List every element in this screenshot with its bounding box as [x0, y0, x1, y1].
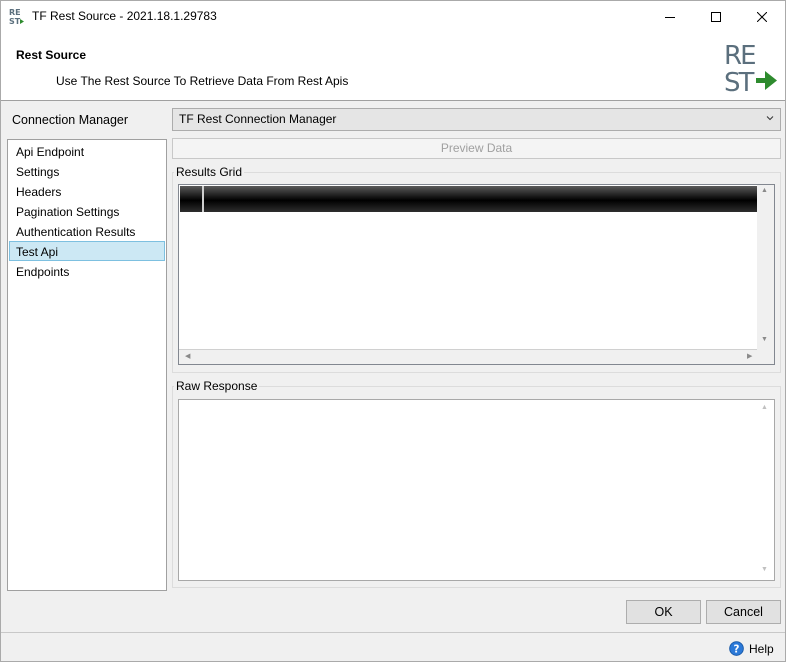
grid-row-header[interactable]	[180, 186, 204, 212]
connection-manager-label: Connection Manager	[12, 113, 129, 127]
close-icon	[757, 11, 767, 22]
connection-manager-value: TF Rest Connection Manager	[179, 112, 337, 126]
svg-text:RE: RE	[9, 8, 21, 17]
minimize-icon	[665, 16, 675, 18]
settings-nav-list: Api Endpoint Settings Headers Pagination…	[7, 139, 167, 591]
window-title: TF Rest Source - 2021.18.1.29783	[32, 9, 217, 23]
nav-item-endpoints[interactable]: Endpoints	[9, 261, 165, 281]
nav-item-headers[interactable]: Headers	[9, 181, 165, 201]
grid-header-row	[180, 186, 759, 212]
rest-logo-icon: RE ST	[724, 41, 777, 96]
raw-response-label: Raw Response	[174, 379, 260, 393]
scroll-down-icon[interactable]: ▼	[761, 566, 768, 573]
scroll-up-icon[interactable]: ▲	[761, 404, 768, 411]
preview-data-button[interactable]: Preview Data	[172, 138, 781, 159]
raw-response-textarea[interactable]: ▲ ▼	[178, 399, 775, 581]
ok-button[interactable]: OK	[626, 600, 701, 624]
chevron-down-icon	[766, 116, 774, 121]
results-grid-label: Results Grid	[174, 165, 245, 179]
help-icon[interactable]: ?	[729, 641, 744, 656]
results-grid[interactable]: ▲ ▼ ◀ ▶	[178, 184, 775, 365]
footer-divider	[1, 632, 785, 633]
header-title: Rest Source	[16, 48, 87, 62]
svg-text:RE: RE	[724, 41, 755, 71]
results-horizontal-scrollbar[interactable]: ◀ ▶	[179, 349, 759, 364]
dialog-header: Rest Source Use The Rest Source To Retri…	[1, 32, 785, 101]
connection-manager-select[interactable]: TF Rest Connection Manager	[172, 108, 781, 131]
scroll-right-icon[interactable]: ▶	[747, 352, 752, 360]
cancel-button[interactable]: Cancel	[706, 600, 781, 624]
svg-text:ST: ST	[724, 68, 755, 96]
scroll-down-icon[interactable]: ▼	[761, 336, 768, 343]
close-button[interactable]	[739, 1, 785, 32]
svg-text:?: ?	[734, 643, 740, 655]
app-icon: RE ST	[9, 8, 24, 25]
title-bar[interactable]: RE ST TF Rest Source - 2021.18.1.29783	[1, 1, 785, 32]
svg-text:ST: ST	[9, 17, 21, 25]
help-link[interactable]: Help	[749, 642, 774, 656]
header-subtitle: Use The Rest Source To Retrieve Data Fro…	[56, 74, 349, 88]
maximize-icon	[711, 11, 721, 22]
scroll-left-icon[interactable]: ◀	[185, 352, 190, 360]
scrollbar-corner	[757, 349, 774, 364]
maximize-button[interactable]	[693, 1, 739, 32]
nav-item-authentication-results[interactable]: Authentication Results	[9, 221, 165, 241]
results-vertical-scrollbar[interactable]: ▲ ▼	[757, 185, 774, 350]
raw-vertical-scrollbar[interactable]: ▲ ▼	[757, 400, 774, 580]
nav-item-settings[interactable]: Settings	[9, 161, 165, 181]
nav-item-pagination-settings[interactable]: Pagination Settings	[9, 201, 165, 221]
minimize-button[interactable]	[647, 1, 693, 32]
nav-item-api-endpoint[interactable]: Api Endpoint	[9, 141, 165, 161]
dialog-window: RE ST TF Rest Source - 2021.18.1.29783 R…	[0, 0, 786, 662]
nav-item-test-api[interactable]: Test Api	[9, 241, 165, 261]
scroll-up-icon[interactable]: ▲	[761, 187, 768, 194]
